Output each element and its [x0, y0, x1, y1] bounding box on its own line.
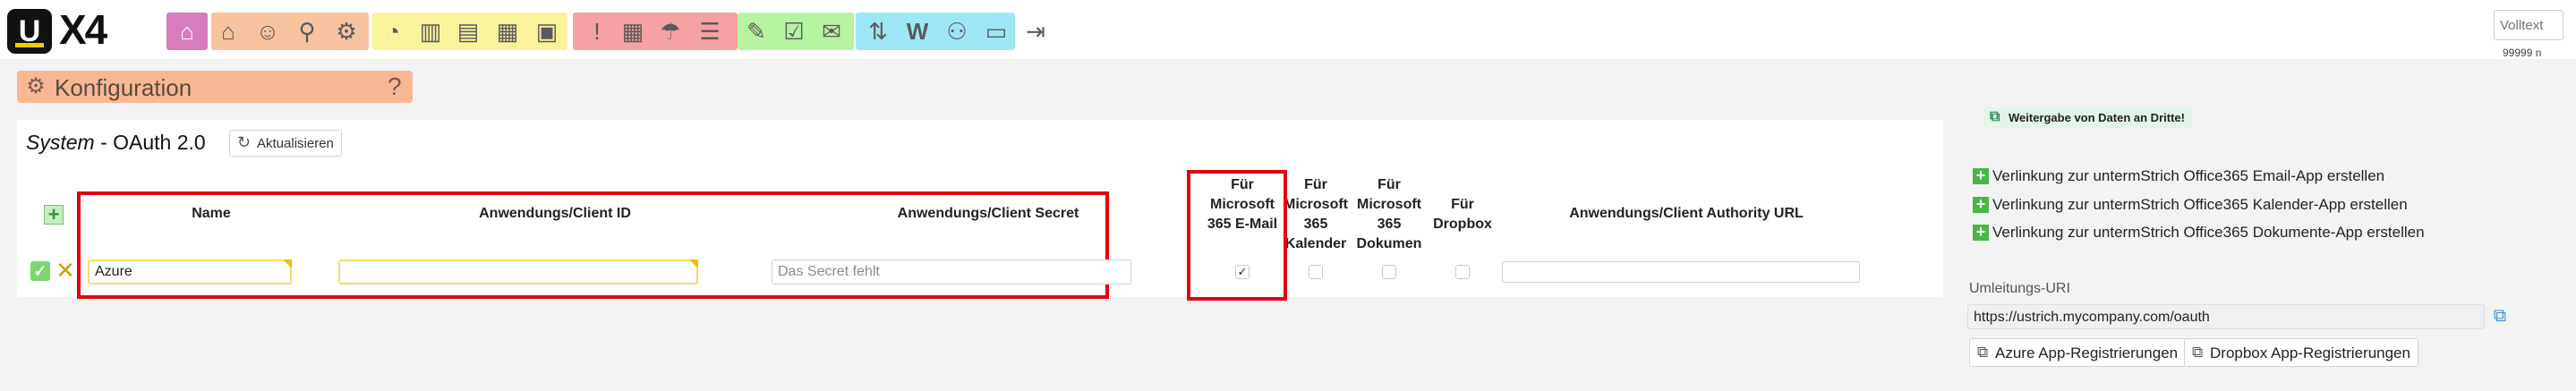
logo-x4[interactable]: X4: [59, 5, 107, 54]
inbox-icon[interactable]: ⌂: [170, 14, 204, 48]
azure-app-registration-button[interactable]: ⧉ Azure App-Registrierungen: [1969, 338, 2187, 367]
plus-icon: +: [1973, 167, 1989, 184]
link-calendar-label: Verlinkung zur untermStrich Office365 Ka…: [1992, 196, 2408, 213]
col-authority-url: Anwendungs/Client Authority URL: [1569, 206, 1804, 221]
help-icon[interactable]: ?: [388, 72, 402, 101]
dropbox-app-registration-button[interactable]: ⧉ Dropbox App-Registrierungen: [2184, 338, 2418, 367]
refresh-label: Aktualisieren: [257, 136, 334, 151]
data-sharing-label: Weitergabe von Daten an Dritte!: [2009, 111, 2185, 124]
pin-umbrella-icon[interactable]: ☂: [653, 14, 687, 48]
plus-icon: +: [1973, 196, 1989, 213]
authority-url-input[interactable]: [1502, 261, 1860, 283]
documents-checkbox[interactable]: [1382, 265, 1396, 279]
link-email-app[interactable]: + Verlinkung zur untermStrich Office365 …: [1971, 166, 2384, 189]
gear-icon: ⚙: [26, 74, 46, 98]
pencil-icon[interactable]: ✎: [739, 14, 773, 48]
mail-icon[interactable]: ✉: [815, 14, 849, 48]
external-link-icon: ⧉: [1990, 109, 2000, 124]
bar-chart-icon[interactable]: ▦: [490, 14, 525, 48]
name-input[interactable]: [88, 259, 292, 285]
top-bar: U X4 ⌂ ⌂ ☺ ⚲ ⚙ ◔ ▥ ▤ ▦ ▣ ! ▦ ☂ ☰ ✎ ☑ ✉ ⇅…: [0, 0, 2576, 59]
logo-u[interactable]: U: [7, 9, 52, 54]
section-title: System - OAuth 2.0: [26, 131, 206, 155]
data-sharing-button[interactable]: ⧉ Weitergabe von Daten an Dritte!: [1983, 107, 2192, 129]
col-dropbox: Für Dropbox: [1433, 197, 1492, 232]
logout-icon[interactable]: ⇥: [1019, 14, 1053, 48]
user-number: 99999 n: [2503, 47, 2542, 59]
email-checkbox[interactable]: ✓: [1235, 265, 1250, 279]
dropbox-checkbox[interactable]: [1455, 265, 1470, 279]
link-documents-label: Verlinkung zur untermStrich Office365 Do…: [1992, 224, 2425, 241]
chart-filter-icon[interactable]: ▤: [451, 14, 485, 48]
required-marker: [689, 259, 698, 268]
exclamation-icon[interactable]: !: [580, 14, 614, 48]
client-secret-input[interactable]: [772, 259, 1131, 285]
user-icon[interactable]: ☺: [251, 14, 285, 48]
pie-chart-icon[interactable]: ◔: [376, 14, 410, 48]
calculator-icon[interactable]: ▣: [530, 14, 564, 48]
sort-icon[interactable]: ⇅: [861, 14, 895, 48]
highlight-box-email: [1187, 170, 1287, 301]
calendar-checkbox[interactable]: [1309, 265, 1323, 279]
external-link-icon: ⧉: [2192, 344, 2204, 361]
external-link-icon: ⧉: [1977, 344, 1989, 361]
link-calendar-app[interactable]: + Verlinkung zur untermStrich Office365 …: [1971, 194, 2408, 217]
col-documents: Für Microsoft 365 Dokumen: [1356, 177, 1422, 251]
azure-button-label: Azure App-Registrierungen: [1995, 344, 2179, 361]
save-row-icon[interactable]: ✓: [30, 261, 50, 281]
col-calendar: Für Microsoft 365 Kalender: [1284, 177, 1348, 251]
page-header: ⚙ Konfiguration ?: [17, 71, 413, 103]
monitor-icon[interactable]: ▭: [979, 14, 1013, 48]
checklist-icon[interactable]: ☑: [777, 14, 811, 48]
copy-icon[interactable]: ⧉: [2490, 305, 2510, 327]
refresh-icon: ↻: [237, 133, 252, 151]
location-pin-icon[interactable]: ⚲: [290, 14, 324, 48]
home-icon[interactable]: ⌂: [211, 14, 245, 48]
redirect-uri-label: Umleitungs-URI: [1969, 281, 2070, 296]
dropbox-button-label: Dropbox App-Registrierungen: [2210, 344, 2410, 361]
client-id-input[interactable]: [338, 259, 698, 285]
cancel-row-icon[interactable]: ✕: [55, 259, 75, 282]
page-title: Konfiguration: [55, 74, 192, 101]
chart-search-icon[interactable]: ▥: [414, 14, 448, 48]
plus-icon: +: [1973, 224, 1989, 241]
w-icon[interactable]: W: [900, 14, 934, 48]
fulltext-search-input[interactable]: [2494, 10, 2563, 40]
required-marker: [283, 259, 292, 268]
add-row-icon[interactable]: +: [44, 205, 64, 225]
link-documents-app[interactable]: + Verlinkung zur untermStrich Office365 …: [1971, 222, 2425, 245]
calendar-grid-icon[interactable]: ▦: [616, 14, 650, 48]
user-settings-icon[interactable]: ⚇: [940, 14, 974, 48]
section-title-system: System: [26, 131, 95, 154]
refresh-button[interactable]: ↻ Aktualisieren: [229, 130, 342, 157]
section-title-rest: - OAuth 2.0: [94, 131, 206, 154]
gear-icon[interactable]: ⚙: [329, 14, 363, 48]
gantt-icon[interactable]: ☰: [693, 14, 727, 48]
redirect-uri-field[interactable]: https://ustrich.mycompany.com/oauth: [1967, 304, 2485, 329]
link-email-label: Verlinkung zur untermStrich Office365 Em…: [1992, 167, 2385, 184]
